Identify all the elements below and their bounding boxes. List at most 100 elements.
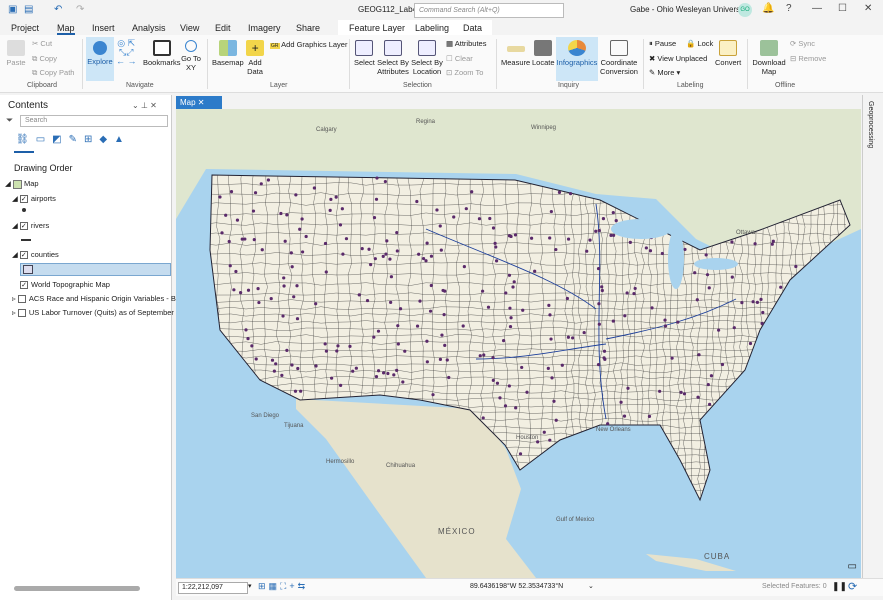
minimize-button[interactable]: — — [812, 3, 822, 14]
undo-icon[interactable]: ↶ — [54, 4, 62, 15]
select-by-attributes-button[interactable]: Select By Attributes — [377, 40, 409, 76]
tab-data[interactable]: Data — [463, 23, 482, 33]
map-tools-icons[interactable]: ⊞▦⛶+⇆ — [258, 581, 308, 592]
airport-point — [648, 415, 651, 418]
notification-icon[interactable]: 🔔 — [762, 3, 774, 14]
avatar[interactable]: GO — [738, 3, 752, 17]
tab-share[interactable]: Share — [296, 23, 320, 33]
checkbox[interactable]: ✓ — [20, 251, 28, 259]
pause-labels-button[interactable]: ⏸ Pause — [649, 39, 676, 48]
layer-acs-race[interactable]: ▹ ACS Race and Hispanic Origin Variables… — [12, 294, 180, 303]
locate-button[interactable]: Locate — [532, 40, 555, 67]
tab-analysis[interactable]: Analysis — [132, 23, 166, 33]
coordinate-conversion-button[interactable]: Coordinate Conversion — [600, 40, 638, 76]
open-project-icon[interactable]: ▤ — [24, 4, 33, 15]
bookmarks-button[interactable]: Bookmarks — [143, 40, 181, 67]
tab-edit[interactable]: Edit — [215, 23, 231, 33]
checkbox[interactable]: ✓ — [20, 281, 28, 289]
contents-view-toolbar[interactable]: ⛓▭◩✎⊞◆▲ — [16, 134, 131, 145]
pause-drawing-button[interactable]: ❚❚ — [832, 581, 847, 592]
tab-map[interactable]: Map — [57, 23, 75, 35]
attributes-button[interactable]: ▦ Attributes — [446, 39, 486, 48]
airport-point — [377, 369, 380, 372]
airport-point — [257, 301, 260, 304]
layer-map[interactable]: ◢ Map — [5, 179, 39, 189]
airport-point — [520, 366, 523, 369]
go-to-xy-button[interactable]: Go To XY — [181, 40, 201, 72]
overview-map-icon[interactable]: ▭ — [848, 561, 857, 572]
download-map-button[interactable]: Download Map — [752, 40, 786, 76]
airport-point — [594, 230, 597, 233]
scale-dropdown-icon[interactable]: ▾ — [248, 582, 252, 590]
airport-point — [623, 314, 626, 317]
checkbox[interactable]: ✓ — [20, 222, 28, 230]
tab-labeling[interactable]: Labeling — [415, 23, 449, 33]
select-by-location-button[interactable]: Select By Location — [411, 40, 443, 76]
layer-labor-turnover[interactable]: ▹ US Labor Turnover (Quits) as of Septem… — [12, 308, 180, 317]
layer-world-topographic[interactable]: ✓World Topographic Map — [20, 280, 110, 289]
convert-button[interactable]: Convert — [715, 40, 741, 67]
measure-button[interactable]: Measure — [501, 40, 530, 67]
tab-project[interactable]: Project — [11, 23, 39, 33]
tab-feature-layer[interactable]: Feature Layer — [349, 23, 405, 33]
add-graphics-layer-button[interactable]: GR Add Graphics Layer — [270, 40, 347, 51]
map-view[interactable]: CalgaryReginaWinnipegOttawaSan DiegoTiju… — [176, 109, 861, 578]
airport-point — [733, 326, 736, 329]
layer-rivers[interactable]: ◢ ✓rivers — [12, 221, 49, 230]
airport-point — [279, 212, 282, 215]
command-search-input[interactable]: Command Search (Alt+Q) — [414, 3, 564, 18]
add-data-button[interactable]: +Add Data — [245, 40, 265, 76]
explore-button[interactable]: Explore — [86, 37, 114, 81]
clear-button[interactable]: ☐ Clear — [446, 54, 473, 63]
checkbox[interactable] — [18, 309, 26, 317]
more-button[interactable]: ✎ More ▾ — [649, 68, 680, 77]
contents-search-input[interactable]: Search — [20, 115, 168, 127]
tab-view[interactable]: View — [180, 23, 199, 33]
zoom-to-button[interactable]: ⊡ Zoom To — [446, 68, 483, 77]
copy-path-button[interactable]: ⧉ Copy Path — [32, 68, 74, 77]
pane-options-icon[interactable]: ⌄ ⊥ ✕ — [132, 101, 157, 110]
airport-point — [498, 396, 501, 399]
filter-icon[interactable]: ⏷ — [6, 115, 13, 126]
checkbox[interactable] — [18, 295, 26, 303]
view-unplaced-button[interactable]: ✖ View Unplaced — [649, 54, 707, 63]
new-project-icon[interactable]: ▣ — [8, 4, 17, 15]
coordinate-format-dropdown[interactable]: ⌄ — [588, 582, 594, 590]
tab-imagery[interactable]: Imagery — [248, 23, 281, 33]
airport-point — [504, 291, 507, 294]
close-button[interactable]: ✕ — [864, 3, 872, 14]
copy-button[interactable]: ⧉ Copy — [32, 54, 57, 63]
airport-point — [615, 219, 618, 222]
scale-selector[interactable]: 1:22,212,097 — [178, 582, 248, 594]
cut-button[interactable]: ✂ Cut — [32, 39, 52, 48]
airport-point — [284, 240, 287, 243]
airport-point — [708, 403, 711, 406]
layer-airports[interactable]: ◢ ✓airports — [12, 194, 56, 203]
close-icon[interactable]: ✕ — [198, 98, 205, 107]
airport-point — [482, 416, 485, 419]
maximize-button[interactable]: ☐ — [838, 3, 847, 14]
paste-button[interactable]: Paste — [5, 40, 27, 67]
paste-icon — [7, 40, 25, 56]
geoprocessing-pane-tab[interactable]: Geoprocessing — [862, 95, 883, 578]
tab-insert[interactable]: Insert — [92, 23, 115, 33]
navigate-tools[interactable]: ◎ ⇱⤡⤢← → — [116, 39, 137, 66]
lock-labels-button[interactable]: 🔒 Lock — [686, 39, 713, 48]
select-button[interactable]: Select — [354, 40, 375, 67]
airport-point — [386, 372, 389, 375]
counties-symbol-row[interactable] — [20, 263, 171, 276]
airport-point — [488, 217, 491, 220]
infographics-button[interactable]: Infographics — [556, 37, 598, 81]
layer-counties[interactable]: ◢ ✓counties — [12, 250, 59, 259]
tab-map-view[interactable]: Map ✕ — [176, 96, 222, 109]
airport-point — [612, 234, 615, 237]
redo-icon[interactable]: ↷ — [76, 4, 84, 15]
basemap-button[interactable]: Basemap — [212, 40, 244, 67]
help-icon[interactable]: ? — [786, 3, 792, 14]
checkbox[interactable]: ✓ — [20, 195, 28, 203]
remove-button[interactable]: ⊟ Remove — [790, 54, 826, 63]
sync-button[interactable]: ⟳ Sync — [790, 39, 815, 48]
airport-point — [294, 390, 297, 393]
horizontal-scrollbar[interactable] — [14, 586, 140, 591]
refresh-button[interactable]: ⟳ — [848, 580, 857, 593]
